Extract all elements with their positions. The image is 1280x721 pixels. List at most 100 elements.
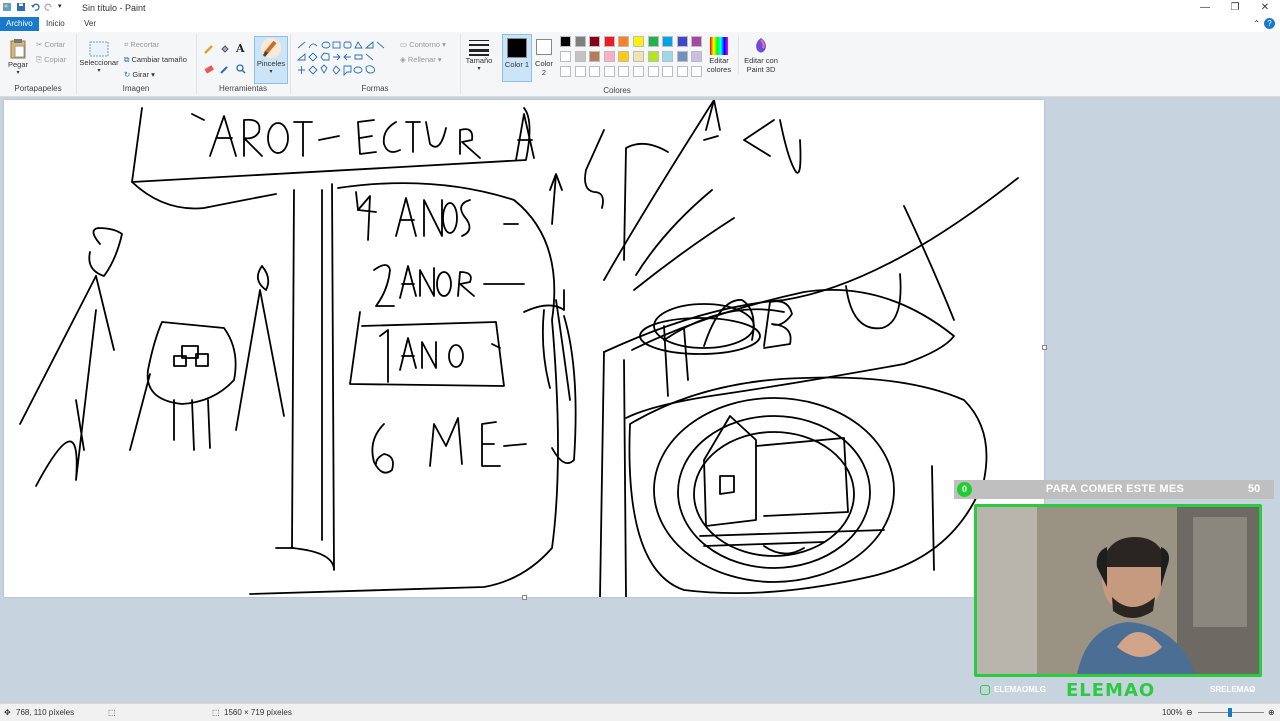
palette-color-swatch[interactable]	[662, 51, 674, 62]
maximize-button[interactable]: ❐	[1220, 0, 1250, 16]
tab-ver[interactable]: Ver	[78, 17, 102, 31]
tiktok-handle: SRELEMAO	[1210, 685, 1256, 694]
palette-empty-swatch[interactable]	[647, 66, 659, 77]
outline-button[interactable]: ▭ Contorno ▾	[400, 40, 446, 49]
customize-dropdown-icon[interactable]: ▾	[58, 2, 64, 12]
palette-empty-swatch[interactable]	[662, 66, 674, 77]
help-icon[interactable]: ?	[1264, 18, 1275, 29]
palette-color-swatch[interactable]	[603, 51, 615, 62]
copy-button[interactable]: ⎘ Copiar	[36, 55, 66, 65]
collapse-ribbon-icon[interactable]: ⌃	[1253, 19, 1260, 28]
instagram-handle: ELEMAOMLG	[994, 685, 1046, 694]
cut-button[interactable]: ✂ Cortar	[36, 40, 65, 49]
zoom-slider-thumb[interactable]	[1228, 708, 1232, 717]
edit-colors-button[interactable]: Editar colores	[703, 36, 735, 74]
palette-color-swatch[interactable]	[618, 36, 630, 47]
palette-color-swatch[interactable]	[574, 51, 586, 62]
color2-swatch	[536, 39, 552, 55]
canvas-size: 1560 × 719 píxeles	[224, 708, 292, 717]
fill-bucket-icon[interactable]	[220, 44, 230, 56]
palette-empty-swatch[interactable]	[618, 66, 630, 77]
pencil-icon[interactable]	[204, 44, 214, 56]
color2-button[interactable]: Color 2	[532, 34, 556, 80]
palette-color-swatch[interactable]	[691, 36, 703, 47]
group-label-colors: Colores	[603, 86, 631, 95]
shapes-gallery-icon[interactable]	[296, 40, 396, 78]
palette-empty-swatch[interactable]	[676, 66, 688, 77]
edit-paint3d-button[interactable]: Editar con Paint 3D	[738, 36, 783, 74]
copy-icon: ⎘	[36, 55, 42, 64]
window-title: Sin título - Paint	[82, 3, 146, 13]
size-button[interactable]: Tamaño ▾	[462, 38, 496, 72]
streamer-webcam-image	[977, 507, 1259, 674]
palette-color-swatch[interactable]	[647, 51, 659, 62]
rotate-icon: ↻	[124, 70, 131, 79]
quick-access-toolbar: ▾	[2, 2, 64, 12]
tab-archivo[interactable]: Archivo	[0, 17, 39, 31]
outline-icon: ▭	[400, 40, 408, 49]
fill-button[interactable]: ◈ Rellenar ▾	[400, 55, 442, 64]
rotate-button[interactable]: ↻ Girar ▾	[124, 70, 155, 79]
group-tools: A Pinceles ▾ Herramientas	[196, 34, 291, 94]
palette-color-swatch[interactable]	[676, 51, 688, 62]
eraser-icon[interactable]	[204, 64, 214, 76]
palette-color-swatch[interactable]	[662, 36, 674, 47]
instagram-icon	[980, 685, 990, 695]
palette-color-swatch[interactable]	[618, 51, 630, 62]
palette-color-swatch[interactable]	[589, 36, 601, 47]
canvas-resize-handle-bottom[interactable]	[522, 595, 527, 600]
palette-color-swatch[interactable]	[603, 36, 615, 47]
palette-empty-swatch[interactable]	[603, 66, 615, 77]
zoom-out-button[interactable]: ⊖	[1186, 708, 1193, 717]
undo-icon[interactable]	[30, 2, 40, 12]
group-shapes: ▭ Contorno ▾ ◈ Rellenar ▾ Formas	[290, 34, 461, 94]
palette-color-swatch[interactable]	[676, 36, 688, 47]
magnifier-icon[interactable]	[236, 64, 246, 76]
cursor-position-icon: ✥	[4, 708, 11, 717]
status-bar: ✥ 768, 110 píxeles ⬚ ⬚ 1560 × 719 píxele…	[0, 703, 1280, 721]
color-palette	[560, 36, 710, 84]
brushes-button[interactable]: Pinceles ▾	[254, 36, 288, 84]
paste-button[interactable]: Pegar ▾	[4, 38, 32, 76]
zoom-slider[interactable]	[1198, 708, 1264, 717]
text-tool-icon[interactable]: A	[236, 42, 245, 55]
color1-button[interactable]: Color 1	[502, 34, 532, 82]
palette-color-swatch[interactable]	[691, 51, 703, 62]
palette-empty-swatch[interactable]	[560, 66, 571, 77]
cursor-position: 768, 110 píxeles	[16, 708, 75, 717]
palette-color-swatch[interactable]	[560, 51, 571, 62]
drawing-canvas[interactable]	[4, 100, 1047, 600]
palette-color-swatch[interactable]	[560, 36, 571, 47]
ribbon: Pegar ▾ ✂ Cortar ⎘ Copiar Portapapeles S…	[0, 32, 1280, 97]
crop-button[interactable]: ⌗ Recortar	[124, 40, 159, 50]
palette-empty-swatch[interactable]	[574, 66, 586, 77]
palette-empty-swatch[interactable]	[633, 66, 644, 77]
palette-empty-swatch[interactable]	[589, 66, 601, 77]
color-picker-icon[interactable]	[220, 64, 230, 76]
palette-color-swatch[interactable]	[633, 36, 644, 47]
goal-current-badge: 0	[957, 482, 972, 497]
brand-logo: ELEMAO	[1066, 680, 1156, 701]
canvas-size-icon: ⬚	[212, 708, 220, 717]
palette-color-swatch[interactable]	[589, 51, 601, 62]
goal-title: PARA COMER ESTE MES	[1045, 483, 1185, 495]
redo-icon[interactable]	[44, 2, 54, 12]
canvas-resize-handle-right[interactable]	[1042, 345, 1047, 350]
palette-color-swatch[interactable]	[633, 51, 644, 62]
rainbow-palette-icon	[710, 37, 728, 55]
palette-empty-swatch[interactable]	[691, 66, 703, 77]
crop-icon: ⌗	[124, 40, 129, 49]
goal-target: 50	[1248, 483, 1261, 495]
palette-color-swatch[interactable]	[647, 36, 659, 47]
group-label-tools: Herramientas	[218, 84, 267, 93]
select-button[interactable]: Seleccionar ▾	[79, 40, 119, 74]
save-icon[interactable]	[16, 2, 26, 12]
fill-icon: ◈	[400, 55, 406, 64]
minimize-button[interactable]: —	[1190, 0, 1220, 16]
palette-color-swatch[interactable]	[574, 36, 586, 47]
tab-inicio[interactable]: Inicio	[40, 17, 71, 31]
resize-button[interactable]: ⧉ Cambiar tamaño	[124, 55, 187, 65]
close-button[interactable]: ✕	[1250, 0, 1280, 16]
social-links: ELEMAOMLG ELEMAO SRELEMAO ♪	[974, 680, 1264, 702]
zoom-in-button[interactable]: ⊕	[1268, 708, 1275, 717]
